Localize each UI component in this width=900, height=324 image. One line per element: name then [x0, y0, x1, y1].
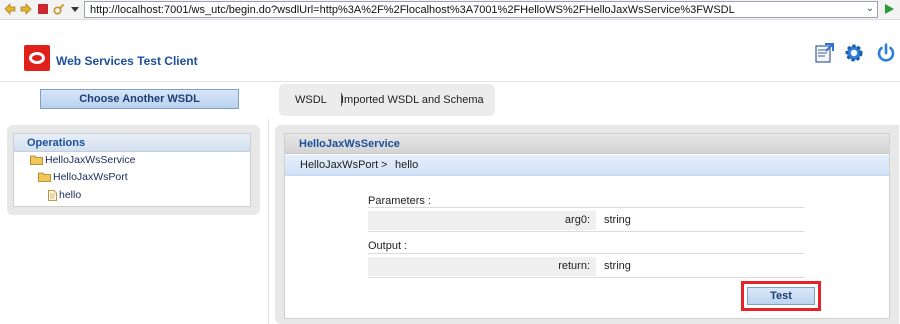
breadcrumb-port[interactable]: HelloJaxWsPort: [300, 159, 378, 171]
file-icon: [48, 189, 57, 201]
output-bottom-divider: [368, 277, 804, 278]
stop-icon[interactable]: [37, 3, 49, 15]
parameter-type: string: [604, 214, 631, 226]
address-input[interactable]: http://localhost:7001/ws_utc/begin.do?ws…: [84, 1, 878, 18]
tree-item-port[interactable]: HelloJaxWsPort: [38, 171, 128, 183]
url-text: http://localhost:7001/ws_utc/begin.do?ws…: [90, 4, 735, 16]
tools-icon[interactable]: [53, 3, 65, 15]
forward-icon[interactable]: [20, 3, 32, 15]
folder-icon: [30, 155, 43, 165]
output-label: Output :: [368, 240, 408, 252]
go-icon[interactable]: [883, 3, 895, 15]
output-name: return:: [368, 257, 596, 276]
tree-item-service[interactable]: HelloJaxWsService: [30, 154, 135, 166]
breadcrumb-separator: >: [381, 159, 388, 171]
output-row: return: string: [368, 257, 804, 276]
breadcrumb-operation: hello: [395, 159, 419, 171]
operations-header: Operations: [14, 134, 250, 152]
tab-wsdl[interactable]: WSDL: [295, 94, 327, 106]
output-divider: [368, 253, 804, 254]
app-title: Web Services Test Client: [56, 54, 198, 68]
test-button[interactable]: Test: [747, 287, 815, 305]
service-title: HelloJaxWsService: [299, 138, 400, 150]
operations-tree: Operations HelloJaxWsService HelloJaxWsP…: [13, 133, 251, 207]
choose-another-wsdl-button[interactable]: Choose Another WSDL: [40, 89, 239, 109]
tab-imported-label: Imported WSDL and Schema: [341, 94, 484, 106]
url-dropdown-icon[interactable]: ⌄: [866, 3, 874, 14]
browser-address-bar: http://localhost:7001/ws_utc/begin.do?ws…: [0, 0, 900, 20]
parameter-name: arg0:: [368, 211, 596, 230]
service-header: HelloJaxWsService: [285, 134, 889, 154]
tab-imported-wsdl-and-schema[interactable]: Imported WSDL and Schema: [341, 94, 484, 106]
dropdown-icon[interactable]: [69, 3, 81, 15]
header-divider: [0, 81, 900, 82]
parameter-row: arg0: string: [368, 211, 804, 230]
tree-item-label: HelloJaxWsService: [45, 154, 136, 166]
operations-title: Operations: [27, 137, 86, 149]
test-highlight-box: Test: [741, 281, 821, 311]
import-icon[interactable]: [813, 42, 835, 64]
tree-item-label: HelloJaxWsPort: [53, 171, 128, 183]
tree-item-label: hello: [59, 189, 82, 201]
output-type: string: [604, 260, 631, 272]
panel-divider[interactable]: [268, 119, 269, 324]
power-icon[interactable]: [875, 42, 897, 64]
folder-icon: [38, 172, 51, 182]
wsdl-tab-bar: WSDL Imported WSDL and Schema: [279, 84, 495, 116]
service-content: HelloJaxWsService HelloJaxWsPort > hello…: [284, 133, 890, 319]
tree-item-hello[interactable]: hello: [48, 189, 81, 201]
parameters-divider: [368, 207, 804, 208]
breadcrumb: HelloJaxWsPort > hello: [285, 155, 889, 176]
back-icon[interactable]: [4, 3, 16, 15]
oracle-logo: [24, 45, 50, 71]
parameters-bottom-divider: [368, 231, 804, 232]
settings-icon[interactable]: [843, 42, 865, 64]
parameters-label: Parameters :: [368, 195, 431, 207]
